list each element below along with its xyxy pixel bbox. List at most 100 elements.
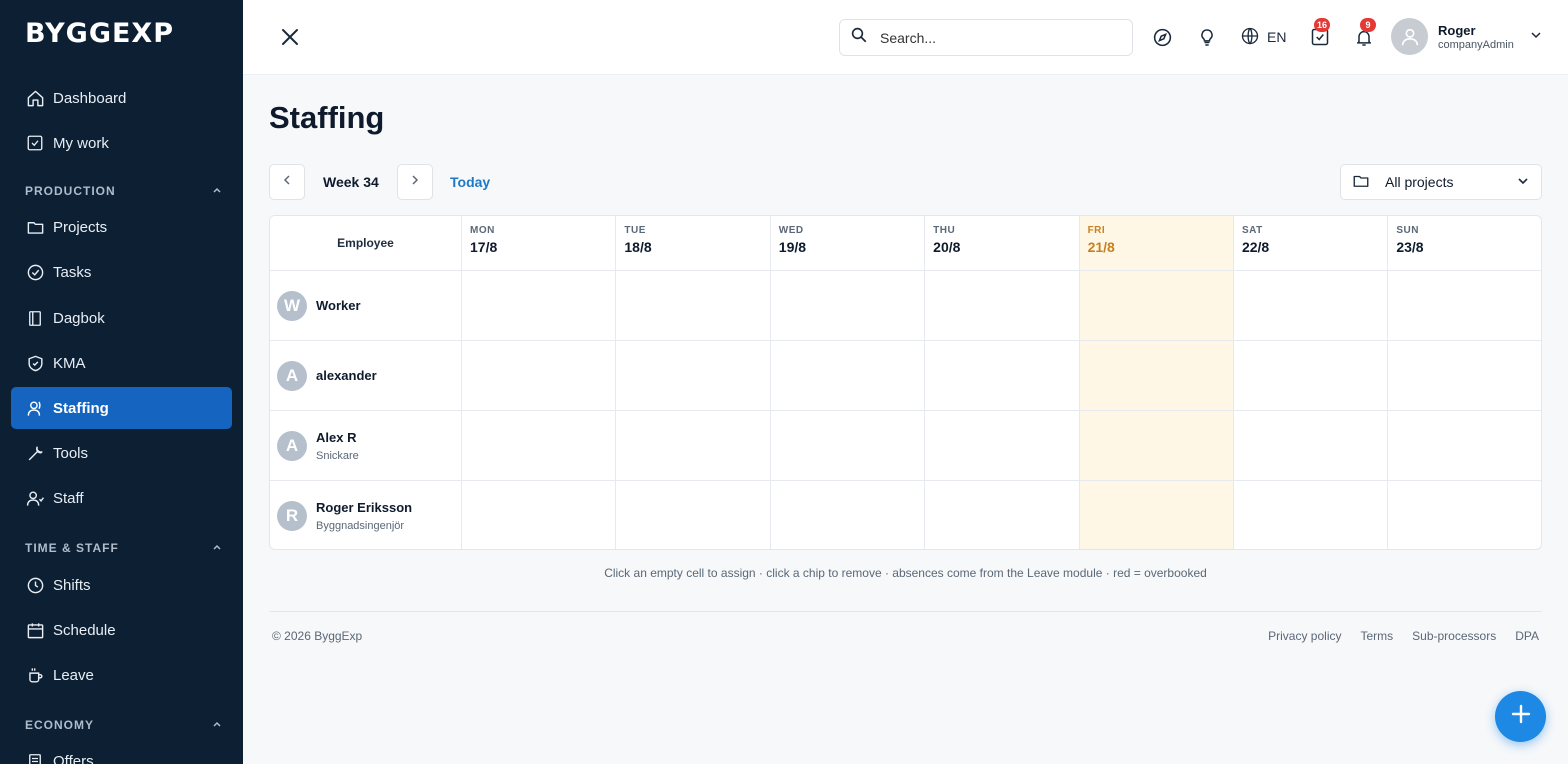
employee-name: Worker: [316, 298, 361, 313]
schedule-cell[interactable]: [925, 411, 1080, 481]
day-header-fri: FRI 21/8: [1079, 216, 1234, 271]
schedule-cell[interactable]: [1233, 411, 1389, 481]
book-icon: [25, 308, 45, 328]
sidebar-item-dagbok[interactable]: Dagbok: [11, 297, 232, 339]
employee-name: Alex R: [316, 429, 357, 445]
schedule-cell[interactable]: [1079, 271, 1234, 341]
sidebar-item-offers[interactable]: Offers: [11, 740, 232, 764]
schedule-cell[interactable]: [770, 271, 926, 341]
schedule-cell[interactable]: [1388, 271, 1541, 341]
sidebar-item-staffing[interactable]: Staffing: [11, 387, 232, 429]
add-fab-button[interactable]: [1495, 691, 1546, 742]
employee-title: Byggnadsingenjör: [316, 520, 405, 532]
next-week-button[interactable]: [397, 164, 433, 200]
users-icon: [25, 398, 45, 418]
tasks-badge: 16: [1314, 18, 1331, 32]
section-time-staff[interactable]: TIME & STAFF: [25, 541, 222, 555]
sidebar-item-dashboard[interactable]: Dashboard: [11, 77, 232, 119]
user-role: companyAdmin: [1438, 38, 1514, 51]
user-menu[interactable]: Roger companyAdmin: [1391, 18, 1542, 55]
sidebar-item-label: KMA: [53, 354, 86, 372]
language-switcher[interactable]: EN: [1240, 26, 1286, 48]
project-filter-select[interactable]: All projects: [1340, 164, 1542, 200]
schedule-cell[interactable]: [925, 341, 1080, 411]
schedule-cell[interactable]: [925, 481, 1080, 549]
schedule-cell[interactable]: [770, 411, 926, 481]
week-navigation: Week 34 Today: [269, 164, 490, 200]
employee-row-header: R Roger Eriksson Byggnadsingenjör: [270, 481, 462, 549]
search-input[interactable]: [880, 29, 1120, 46]
schedule-cell[interactable]: [462, 271, 617, 341]
sidebar-item-label: Dashboard: [53, 89, 127, 107]
avatar: R: [277, 501, 307, 531]
search-icon: [850, 26, 868, 49]
schedule-cell[interactable]: [1233, 341, 1389, 411]
compass-icon[interactable]: [1151, 26, 1173, 48]
sidebar-item-label: Dagbok: [53, 309, 105, 327]
schedule-cell[interactable]: [1234, 481, 1389, 549]
sub-processors-link[interactable]: Sub-processors: [1412, 629, 1496, 643]
schedule-cell[interactable]: [616, 411, 771, 481]
sidebar-item-schedule[interactable]: Schedule: [11, 609, 232, 651]
schedule-cell[interactable]: [462, 341, 617, 411]
sidebar-item-staff[interactable]: Staff: [11, 477, 232, 519]
schedule-cell[interactable]: [1233, 271, 1389, 341]
clock-icon: [25, 575, 45, 595]
close-icon[interactable]: [279, 26, 301, 48]
prev-week-button[interactable]: [269, 164, 305, 200]
folder-icon: [25, 217, 45, 237]
schedule-cell[interactable]: [616, 481, 771, 549]
topbar: EN 16 9 Roger companyAdmin: [243, 0, 1568, 75]
section-economy[interactable]: ECONOMY: [25, 718, 222, 732]
schedule-cell[interactable]: [462, 481, 617, 549]
schedule-cell[interactable]: [1079, 481, 1234, 549]
privacy-policy-link[interactable]: Privacy policy: [1268, 629, 1341, 643]
lightbulb-icon[interactable]: [1196, 26, 1218, 48]
schedule-cell[interactable]: [462, 411, 617, 481]
sidebar-item-leave[interactable]: Leave: [11, 654, 232, 696]
avatar: W: [277, 290, 307, 321]
sidebar-item-tools[interactable]: Tools: [11, 432, 232, 474]
avatar: A: [277, 360, 307, 391]
sidebar: BYGGEXP Dashboard My work PRODUCTION Pro…: [0, 0, 243, 764]
project-filter-label: All projects: [1385, 174, 1454, 190]
brand-logo[interactable]: BYGGEXP: [25, 18, 174, 49]
schedule-cell[interactable]: [1388, 481, 1541, 549]
sidebar-item-projects[interactable]: Projects: [11, 206, 232, 248]
shield-icon: [25, 353, 45, 373]
today-link[interactable]: Today: [450, 174, 490, 190]
day-header-sun: SUN 23/8: [1388, 216, 1541, 271]
day-header-sat: SAT 22/8: [1233, 216, 1389, 271]
sidebar-item-my-work[interactable]: My work: [11, 122, 232, 164]
schedule-cell[interactable]: [616, 341, 771, 411]
search-box[interactable]: [839, 19, 1133, 56]
notifications-badge: 9: [1360, 18, 1376, 32]
sidebar-item-label: Projects: [53, 218, 108, 236]
avatar: A: [277, 430, 307, 461]
day-header-thu: THU 20/8: [925, 216, 1080, 271]
schedule-cell[interactable]: [1079, 411, 1234, 481]
sidebar-item-label: Schedule: [53, 621, 116, 639]
chevron-up-icon: [212, 541, 222, 555]
sidebar-item-shifts[interactable]: Shifts: [11, 564, 232, 606]
chevron-up-icon: [212, 718, 222, 732]
user-group-icon: [25, 488, 45, 508]
schedule-cell[interactable]: [616, 271, 771, 341]
sidebar-item-label: Shifts: [53, 576, 91, 594]
sidebar-item-tasks[interactable]: Tasks: [11, 251, 232, 293]
schedule-cell[interactable]: [1388, 411, 1541, 481]
schedule-cell[interactable]: [1388, 341, 1541, 411]
schedule-cell[interactable]: [1079, 341, 1234, 411]
employee-row-header: A alexander: [270, 341, 462, 411]
day-header-tue: TUE 18/8: [616, 216, 771, 271]
sidebar-item-kma[interactable]: KMA: [11, 342, 232, 384]
sidebar-item-label: Leave: [53, 666, 94, 684]
dpa-link[interactable]: DPA: [1515, 629, 1539, 643]
home-icon: [25, 88, 45, 108]
schedule-cell[interactable]: [771, 481, 926, 549]
section-production[interactable]: PRODUCTION: [25, 184, 222, 198]
terms-link[interactable]: Terms: [1360, 629, 1393, 643]
schedule-cell[interactable]: [925, 271, 1080, 341]
employee-row-header: W Worker: [270, 271, 462, 341]
schedule-cell[interactable]: [770, 341, 926, 411]
